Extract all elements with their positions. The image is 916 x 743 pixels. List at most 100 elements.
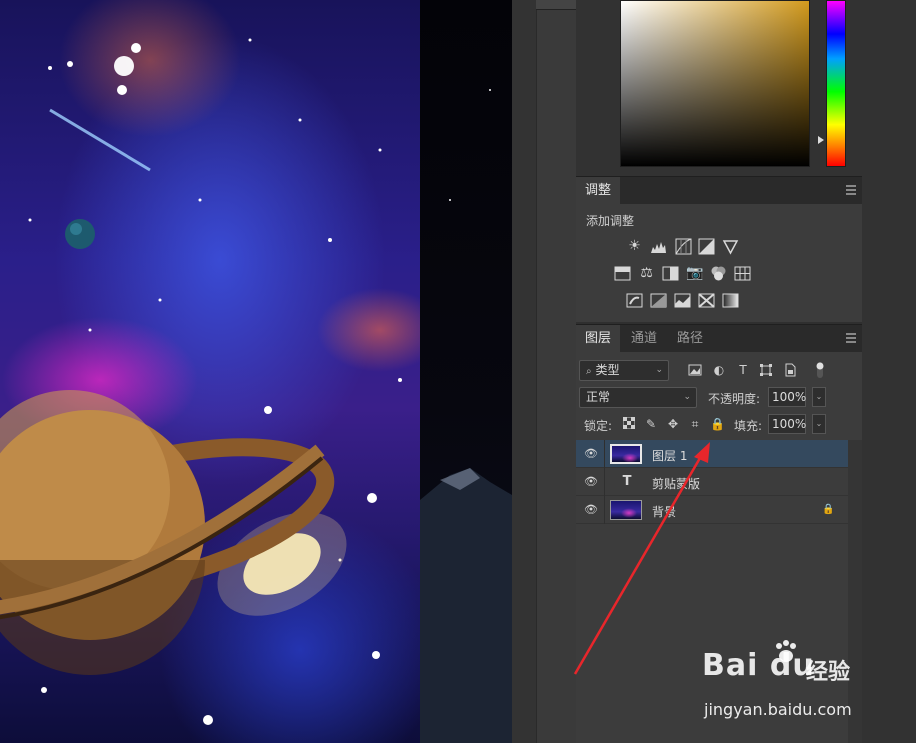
chevron-down-icon: ⌄ (683, 392, 691, 402)
exposure-icon[interactable] (698, 238, 715, 255)
visibility-eye-icon[interactable]: 👁 (584, 448, 598, 460)
layer-thumbnail[interactable] (610, 444, 642, 464)
vibrance-glyph (722, 240, 739, 255)
filter-type-layers-icon[interactable]: T (736, 363, 750, 377)
tab-adjustments[interactable]: 调整 (576, 177, 621, 205)
photoshop-window: 调整 添加调整 ☀ ⚖ 📷 图层 通道 路径 ⌕ 类型 ⌄ ◐ T 正常 ⌄ 不… (0, 0, 916, 743)
canvas-dark-region[interactable] (420, 0, 512, 743)
filter-pixel-layers-icon[interactable] (688, 363, 702, 377)
workspace-gutter (512, 0, 576, 743)
color-saturation-field[interactable] (620, 0, 810, 167)
selective-color-icon[interactable] (698, 292, 715, 309)
gradient-map-glyph (722, 293, 739, 308)
black-white-glyph (662, 266, 679, 281)
lock-artboard-icon[interactable]: ⌗ (688, 417, 702, 431)
tab-paths[interactable]: 路径 (668, 325, 712, 353)
invert-glyph (626, 293, 643, 308)
eye-column-divider (604, 496, 605, 524)
lock-icon[interactable]: 🔒 (822, 504, 834, 516)
blend-mode-value: 正常 (586, 390, 611, 404)
adjustments-tabbar: 调整 (576, 176, 862, 205)
levels-icon[interactable] (650, 238, 667, 255)
collapsed-panel-tab[interactable] (536, 0, 576, 10)
chevron-down-icon: ⌄ (655, 365, 663, 375)
visibility-eye-icon[interactable]: 👁 (584, 476, 598, 488)
layer-thumbnail[interactable] (610, 500, 642, 520)
right-panel-strip (862, 0, 916, 743)
canvas-image-space[interactable] (0, 0, 420, 743)
channel-mixer-glyph (711, 266, 726, 281)
color-lookup-icon[interactable] (734, 265, 751, 282)
tab-channels[interactable]: 通道 (622, 325, 666, 353)
exposure-glyph (698, 238, 715, 255)
layers-tabbar: 图层 通道 路径 (576, 324, 862, 353)
type-layer-icon[interactable]: T (620, 473, 634, 491)
opacity-dropdown-button[interactable]: ⌄ (812, 387, 826, 407)
baidu-jingyan-watermark: Bai du 经验 jingyan.baidu.com (702, 640, 872, 730)
curves-icon[interactable] (675, 238, 692, 255)
search-icon: ⌕ (586, 366, 592, 377)
posterize-icon[interactable] (650, 292, 667, 309)
tab-layers[interactable]: 图层 (576, 325, 621, 353)
lock-position-icon[interactable]: ✥ (666, 417, 680, 431)
layer-name[interactable]: 背景 (652, 503, 676, 520)
layer-name[interactable]: 剪贴蒙版 (652, 475, 700, 492)
visibility-eye-icon[interactable]: 👁 (584, 504, 598, 516)
shape-filter-glyph (760, 364, 772, 376)
layers-menu-icon[interactable] (846, 333, 856, 343)
panels-column: 调整 添加调整 ☀ ⚖ 📷 图层 通道 路径 ⌕ 类型 ⌄ ◐ T 正常 ⌄ 不… (576, 0, 862, 743)
layer-filter-dropdown[interactable]: ⌕ 类型 ⌄ (579, 360, 669, 381)
invert-icon[interactable] (626, 292, 643, 309)
hue-slider[interactable] (826, 0, 846, 167)
adjustments-menu-icon[interactable] (846, 185, 856, 195)
photo-filter-icon[interactable]: 📷 (686, 265, 703, 282)
watermark-url: jingyan.baidu.com (704, 700, 852, 719)
gradient-map-icon[interactable] (722, 292, 739, 309)
toggle-glyph (816, 362, 824, 378)
color-panel (576, 0, 862, 176)
fill-dropdown-button[interactable]: ⌄ (812, 414, 826, 434)
fill-label: 填充: (734, 419, 763, 433)
brightness-contrast-icon[interactable]: ☀ (626, 238, 643, 255)
blend-mode-dropdown[interactable]: 正常 ⌄ (579, 387, 697, 408)
layer-row-layer1[interactable]: 👁 图层 1 (576, 440, 848, 468)
mountain-artwork (420, 89, 512, 743)
adjustments-panel: 添加调整 ☀ ⚖ 📷 (576, 204, 862, 322)
filter-shape-layers-icon[interactable] (759, 363, 773, 377)
lock-transparent-pixels-icon[interactable] (622, 416, 636, 431)
opacity-input[interactable]: 100% (768, 387, 806, 407)
lock-image-pixels-icon[interactable]: ✎ (644, 417, 658, 431)
layer-row-clipping-mask-text[interactable]: 👁 T 剪贴蒙版 (576, 468, 848, 496)
posterize-glyph (650, 293, 667, 308)
watermark-brand-text: 经验 (806, 660, 851, 685)
curves-glyph (675, 238, 692, 255)
eye-column-divider (604, 440, 605, 468)
color-balance-icon[interactable]: ⚖ (638, 265, 655, 282)
fill-input[interactable]: 100% (768, 414, 806, 434)
hue-saturation-glyph (614, 266, 631, 281)
collapsed-panel-dock (536, 0, 576, 743)
selective-color-glyph (698, 293, 715, 308)
adjustments-title: 添加调整 (586, 214, 635, 228)
eye-column-divider (604, 468, 605, 496)
layer-name[interactable]: 图层 1 (652, 447, 687, 464)
filter-smart-object-icon[interactable] (783, 363, 797, 377)
filter-adjustment-layers-icon[interactable]: ◐ (712, 363, 726, 377)
channel-mixer-icon[interactable] (710, 265, 727, 282)
hue-saturation-icon[interactable] (614, 265, 631, 282)
threshold-glyph (674, 293, 691, 308)
lock-label: 锁定: (584, 419, 613, 433)
pixel-filter-glyph (688, 364, 702, 376)
filter-toggle-switch[interactable] (815, 361, 825, 379)
watermark-logo-text: Bai du (702, 648, 815, 683)
hue-slider-marker[interactable] (818, 136, 824, 144)
vibrance-icon[interactable] (722, 238, 739, 255)
color-lookup-glyph (734, 266, 751, 281)
space-artwork (0, 38, 402, 725)
lock-all-icon[interactable]: 🔒 (710, 417, 725, 431)
layer-row-background[interactable]: 👁 背景 🔒 (576, 496, 848, 524)
levels-glyph (651, 242, 666, 253)
threshold-icon[interactable] (674, 292, 691, 309)
smart-object-glyph (785, 363, 796, 377)
black-white-icon[interactable] (662, 265, 679, 282)
